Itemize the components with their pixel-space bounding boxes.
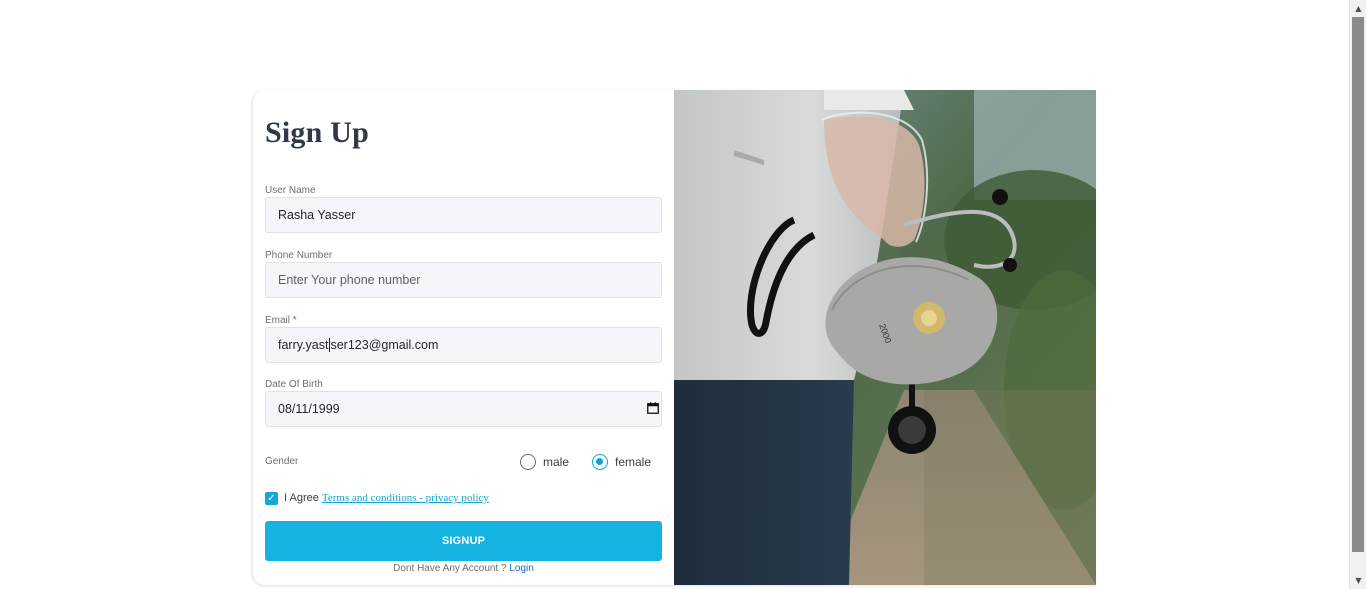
- dob-input[interactable]: 08/11/1999: [265, 391, 662, 427]
- agree-text: I Agree Terms and conditions - privacy p…: [284, 492, 489, 504]
- page: Sign Up User Name Rasha Yasser Phone Num…: [0, 0, 1349, 589]
- scrollbar-thumb[interactable]: [1352, 17, 1364, 552]
- email-label: Email *: [265, 315, 297, 326]
- doctor-photo-illustration: 2000: [674, 90, 1096, 585]
- email-value-after-caret: ser123@gmail.com: [330, 338, 439, 352]
- gender-label: Gender: [265, 456, 299, 467]
- username-input[interactable]: Rasha Yasser: [265, 197, 662, 233]
- agree-prefix: I Agree: [284, 492, 319, 504]
- scroll-up-icon[interactable]: ▲: [1350, 0, 1366, 17]
- gender-male-radio[interactable]: [520, 454, 536, 470]
- hero-photo: 2000: [674, 90, 1096, 585]
- email-value-before-caret: farry.yast: [278, 338, 329, 352]
- calendar-icon[interactable]: [647, 402, 659, 414]
- signup-button[interactable]: SIGNUP: [265, 521, 662, 561]
- signup-form: Sign Up User Name Rasha Yasser Phone Num…: [253, 90, 674, 585]
- terms-link[interactable]: Terms and conditions: [322, 492, 417, 504]
- dob-label: Date Of Birth: [265, 379, 323, 390]
- phone-label: Phone Number: [265, 250, 333, 261]
- gender-female-radio[interactable]: [592, 454, 608, 470]
- username-value: Rasha Yasser: [278, 208, 356, 222]
- required-mark: *: [292, 315, 297, 326]
- login-link[interactable]: Login: [509, 563, 533, 574]
- privacy-link[interactable]: privacy policy: [426, 492, 489, 504]
- login-prompt: Dont Have Any Account ? Login: [253, 563, 674, 574]
- username-label: User Name: [265, 185, 316, 196]
- gender-male-label[interactable]: male: [543, 455, 569, 469]
- scroll-down-icon[interactable]: ▼: [1350, 572, 1366, 589]
- agree-checkbox[interactable]: ✓: [265, 492, 278, 505]
- gender-female-label[interactable]: female: [615, 455, 651, 469]
- phone-input[interactable]: Enter Your phone number: [265, 262, 662, 298]
- vertical-scrollbar[interactable]: ▲ ▼: [1349, 0, 1366, 589]
- check-icon: ✓: [267, 493, 276, 504]
- signup-card: Sign Up User Name Rasha Yasser Phone Num…: [253, 90, 1096, 585]
- dob-value: 08/11/1999: [278, 402, 340, 416]
- email-input[interactable]: farry.yast ser123@gmail.com: [265, 327, 662, 363]
- account-prompt: Dont Have Any Account ?: [393, 563, 507, 574]
- page-title: Sign Up: [265, 116, 369, 149]
- link-separator: -: [416, 492, 426, 504]
- email-label-text: Email: [265, 315, 291, 326]
- phone-placeholder: Enter Your phone number: [278, 273, 421, 287]
